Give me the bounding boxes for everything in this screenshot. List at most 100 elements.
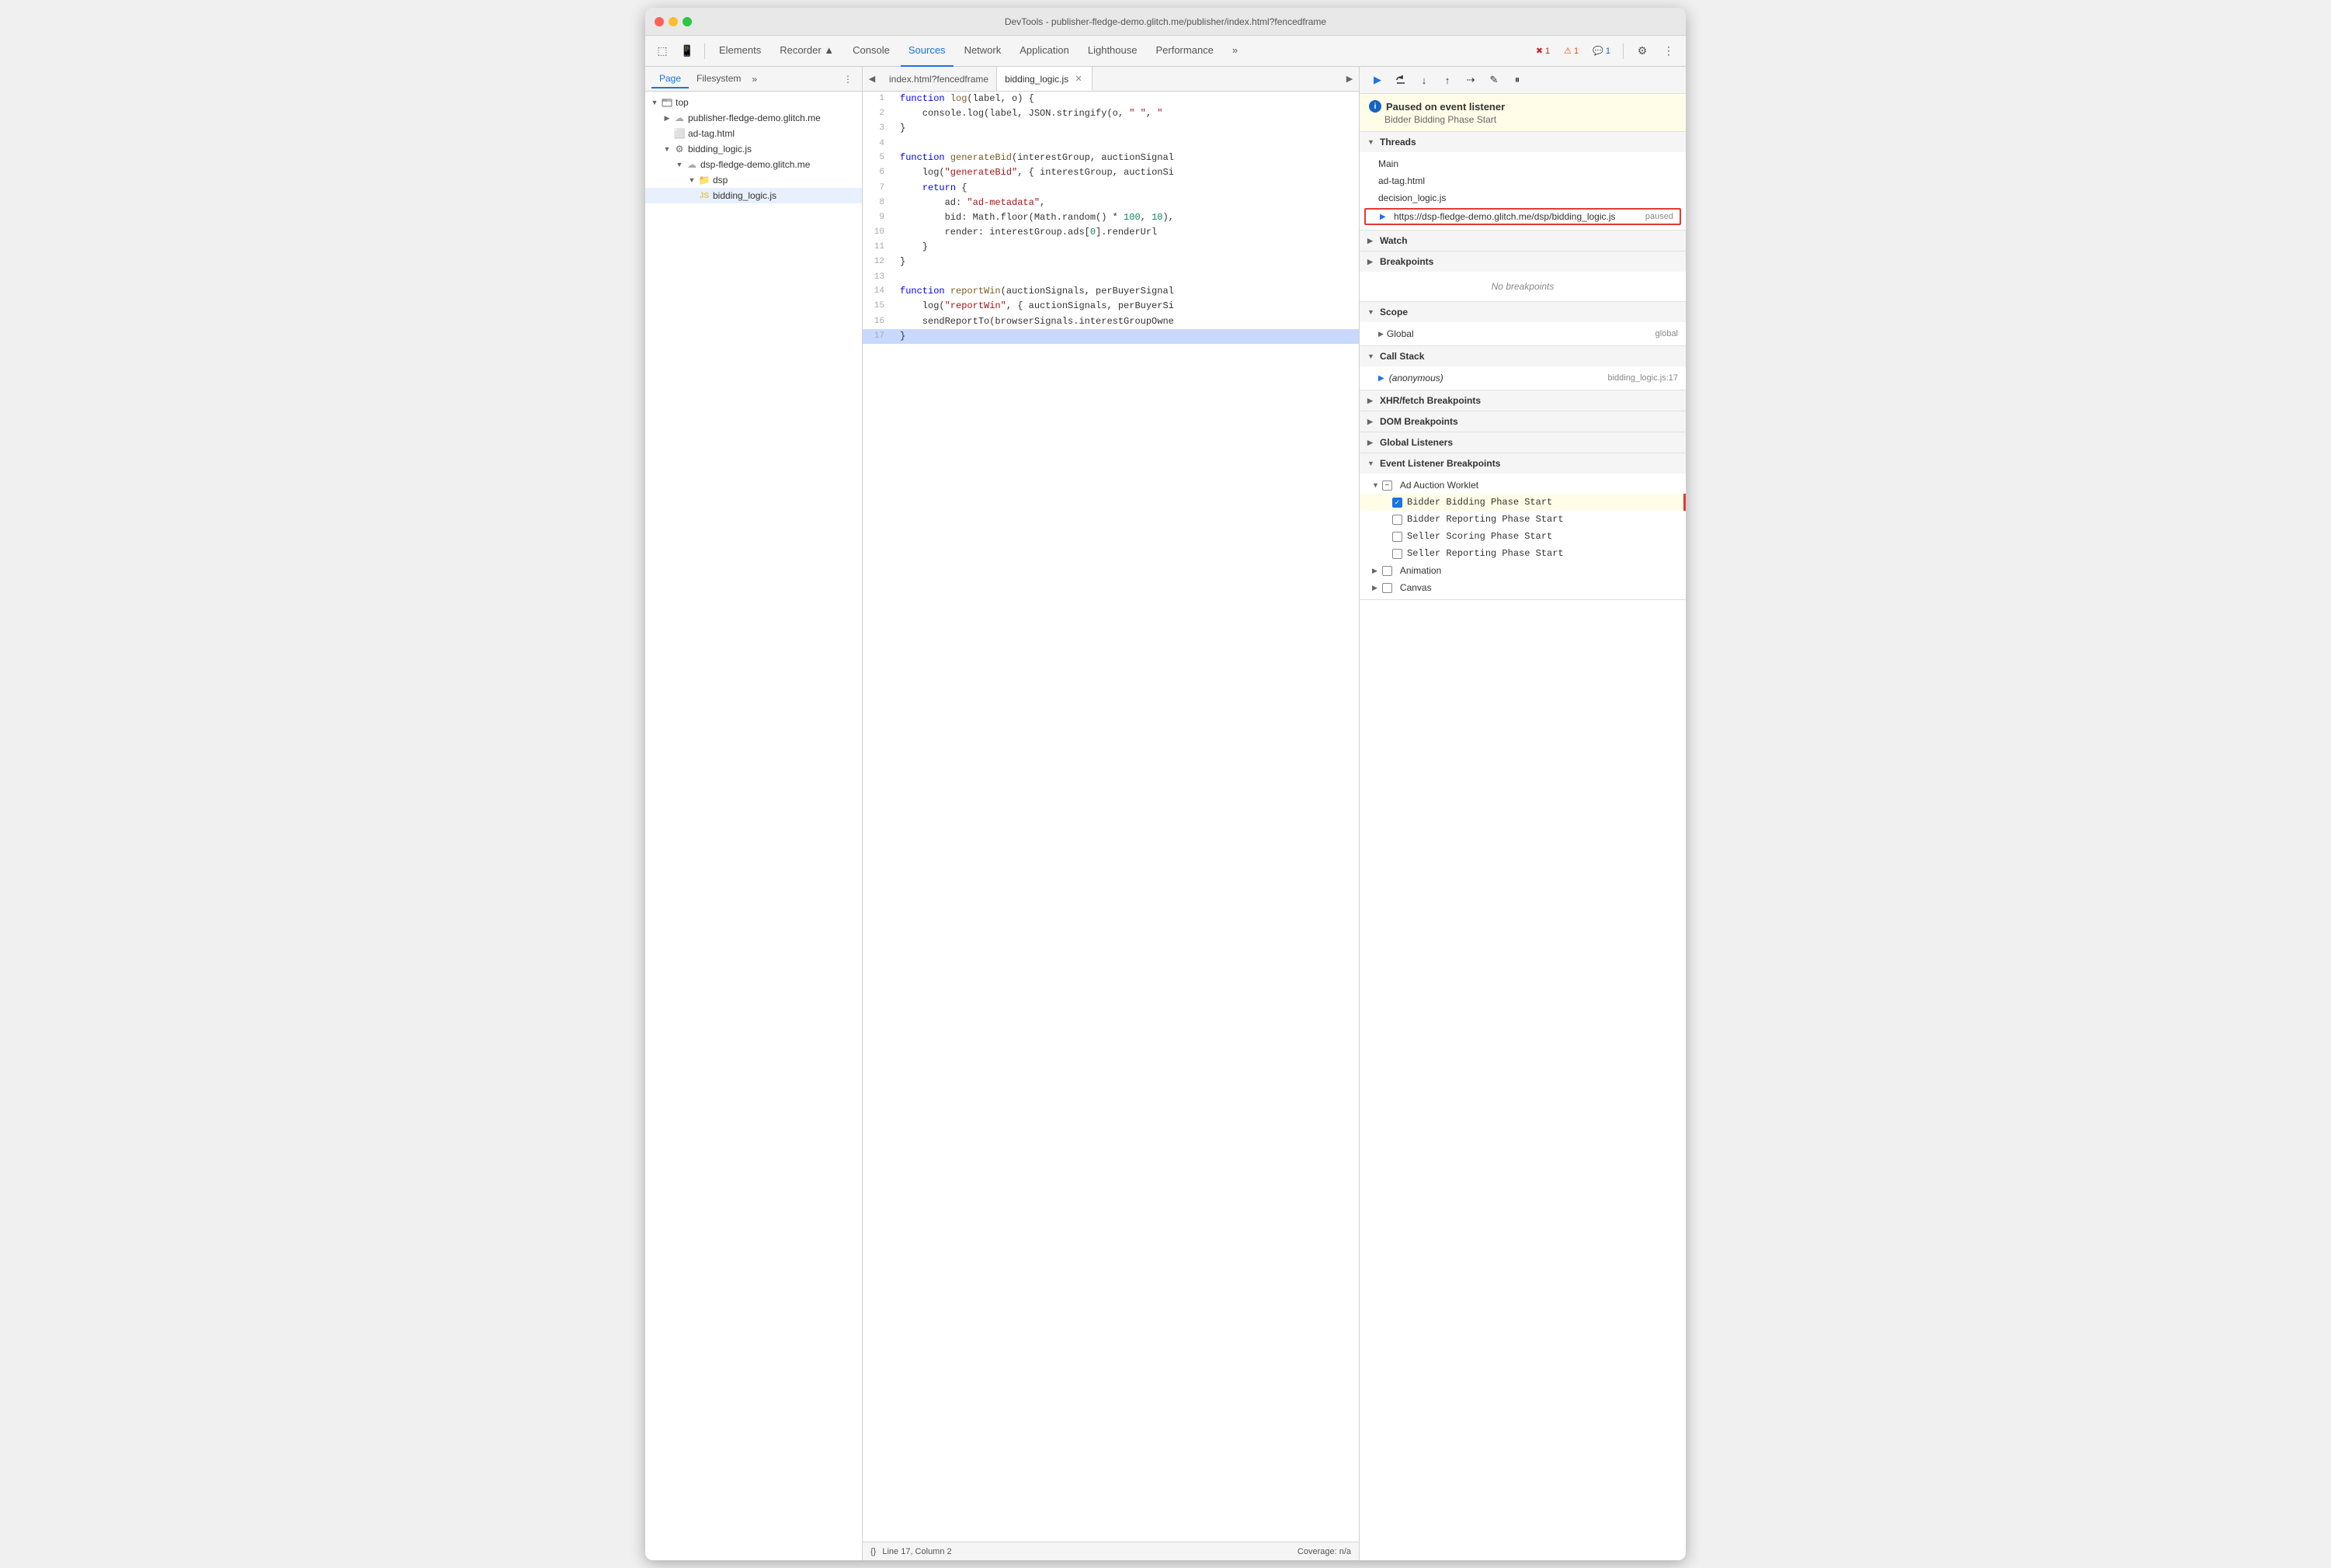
call-stack-header[interactable]: ▼ Call Stack [1360,346,1686,366]
editor-tab-nav-right[interactable]: ▶ [1340,67,1359,92]
breakpoints-header[interactable]: ▶ Breakpoints [1360,252,1686,272]
sync-icon[interactable]: ⋮ [840,71,856,87]
warning-badge[interactable]: ⚠ 1 [1559,44,1583,57]
ad-auction-worklet-header[interactable]: ▼ − Ad Auction Worklet [1360,477,1686,494]
editor-tab-nav-left[interactable]: ◀ [863,67,881,92]
tree-item-publisher[interactable]: ▶ ☁ publisher-fledge-demo.glitch.me [645,110,862,126]
tab-elements[interactable]: Elements [711,36,769,67]
tab-lighthouse[interactable]: Lighthouse [1080,36,1145,67]
editor-tab-close-button[interactable]: ✕ [1073,74,1084,85]
checkbox-seller-reporting[interactable] [1392,549,1402,559]
tab-more[interactable]: » [1225,36,1245,67]
call-anon-label: (anonymous) [1389,373,1443,383]
format-icon[interactable]: {} [870,1547,876,1556]
tab-filesystem[interactable]: Filesystem [689,70,749,88]
code-line-11: 11 } [863,240,1359,255]
maximize-button[interactable] [683,17,692,26]
ellipsis-icon: ⋮ [1663,44,1674,57]
event-seller-scoring[interactable]: Seller Scoring Phase Start [1360,528,1686,545]
code-line-7: 7 return { [863,181,1359,196]
tree-item-dsp-folder[interactable]: ▼ 📁 dsp [645,172,862,188]
dom-header[interactable]: ▶ DOM Breakpoints [1360,411,1686,432]
step-into-button[interactable]: ↓ [1414,70,1434,90]
step-button[interactable]: ⇢ [1461,70,1481,90]
call-anonymous[interactable]: ▶ (anonymous) bidding_logic.js:17 [1360,369,1686,387]
event-listener-header[interactable]: ▼ Event Listener Breakpoints [1360,453,1686,474]
title-bar: DevTools - publisher-fledge-demo.glitch.… [645,8,1686,36]
paused-title-text: Paused on event listener [1386,101,1505,113]
info-badge[interactable]: 💬 1 [1588,44,1615,57]
checkbox-bidder-bidding[interactable]: ✓ [1392,498,1402,508]
scope-global[interactable]: ▶ Global global [1360,325,1686,342]
threads-header[interactable]: ▼ Threads [1360,132,1686,152]
tab-network[interactable]: Network [957,36,1009,67]
settings-button[interactable]: ⚙ [1631,40,1653,62]
toolbar-right: ✖ 1 ⚠ 1 💬 1 ⚙ ⋮ [1531,40,1680,62]
event-listener-section: ▼ Event Listener Breakpoints ▼ − Ad Auct… [1360,453,1686,600]
breakpoints-label: Breakpoints [1380,256,1433,267]
thread-bidding-selected[interactable]: ▶ https://dsp-fledge-demo.glitch.me/dsp/… [1364,208,1681,225]
info-count: 1 [1606,47,1610,56]
checkbox-canvas[interactable] [1382,583,1392,593]
thread-decision[interactable]: decision_logic.js [1360,189,1686,206]
tree-label-dsp-domain: dsp-fledge-demo.glitch.me [700,159,810,170]
cursor-tool-button[interactable]: ⬚ [651,40,673,62]
code-line-16: 16 sendReportTo(browserSignals.interestG… [863,314,1359,329]
step-out-button[interactable]: ↑ [1437,70,1457,90]
checkbox-animation[interactable] [1382,566,1392,576]
editor-tab-bidding[interactable]: bidding_logic.js ✕ [997,67,1093,92]
call-arrow-icon: ▶ [1378,374,1384,383]
tab-performance[interactable]: Performance [1148,36,1221,67]
error-badge[interactable]: ✖ 1 [1531,44,1555,57]
tab-console[interactable]: Console [845,36,898,67]
tree-label-dsp-folder: dsp [713,175,728,186]
resume-button[interactable]: ▶ [1367,70,1388,90]
deactivate-breakpoints-button[interactable]: ⏸ [1507,70,1527,90]
mobile-tool-button[interactable]: 📱 [676,40,698,62]
tree-item-bidding-gear[interactable]: ▼ ⚙ bidding_logic.js [645,141,862,157]
panel-tabs-more[interactable]: » [752,74,757,85]
thread-adtag[interactable]: ad-tag.html [1360,172,1686,189]
scope-content: ▶ Global global [1360,322,1686,345]
thread-main[interactable]: Main [1360,155,1686,172]
breakpoints-arrow: ▶ [1367,258,1377,266]
edit-breakpoints-button[interactable]: ✎ [1484,70,1504,90]
event-seller-reporting[interactable]: Seller Reporting Phase Start [1360,545,1686,562]
animation-header[interactable]: ▶ Animation [1360,562,1686,579]
code-area[interactable]: 1 function log(label, o) { 2 console.log… [863,92,1359,1542]
tab-page[interactable]: Page [651,70,689,88]
scope-header[interactable]: ▼ Scope [1360,302,1686,322]
event-bidder-bidding[interactable]: ✓ Bidder Bidding Phase Start [1360,494,1686,511]
devtools-window: DevTools - publisher-fledge-demo.glitch.… [645,8,1686,1560]
tab-recorder[interactable]: Recorder ▲ [772,36,842,67]
scope-section: ▼ Scope ▶ Global global [1360,302,1686,346]
code-line-17: 17 } [863,329,1359,344]
debugger-panel: ▶ ↓ ↑ ⇢ ✎ ⏸ i Paused on event listener B… [1360,67,1686,1560]
call-stack-content: ▶ (anonymous) bidding_logic.js:17 [1360,366,1686,390]
thread-bidding-label: https://dsp-fledge-demo.glitch.me/dsp/bi… [1394,211,1645,222]
step-over-button[interactable] [1391,70,1411,90]
coverage-status: Coverage: n/a [1298,1547,1351,1556]
dom-section: ▶ DOM Breakpoints [1360,411,1686,432]
tree-item-top[interactable]: ▼ top [645,95,862,110]
editor-tab-index[interactable]: index.html?fencedframe [881,67,997,92]
minimize-button[interactable] [669,17,678,26]
checkbox-seller-scoring[interactable] [1392,532,1402,542]
breakpoints-empty-text: No breakpoints [1360,275,1686,298]
tab-application[interactable]: Application [1012,36,1077,67]
tree-item-dsp-domain[interactable]: ▼ ☁ dsp-fledge-demo.glitch.me [645,157,862,172]
canvas-header[interactable]: ▶ Canvas [1360,579,1686,596]
watch-header[interactable]: ▶ Watch [1360,231,1686,251]
xhr-header[interactable]: ▶ XHR/fetch Breakpoints [1360,390,1686,411]
chat-icon: 💬 [1593,46,1603,56]
canvas-label: Canvas [1400,582,1432,593]
tab-sources[interactable]: Sources [901,36,954,67]
tree-item-bidding-js[interactable]: JS bidding_logic.js [645,188,862,203]
global-listeners-header[interactable]: ▶ Global Listeners [1360,432,1686,453]
event-bidder-reporting[interactable]: Bidder Reporting Phase Start [1360,511,1686,528]
more-menu-button[interactable]: ⋮ [1658,40,1680,62]
close-button[interactable] [655,17,664,26]
tree-item-adtag[interactable]: ⬜ ad-tag.html [645,126,862,141]
thread-arrow-icon: ▶ [1380,213,1391,221]
checkbox-bidder-reporting[interactable] [1392,515,1402,525]
